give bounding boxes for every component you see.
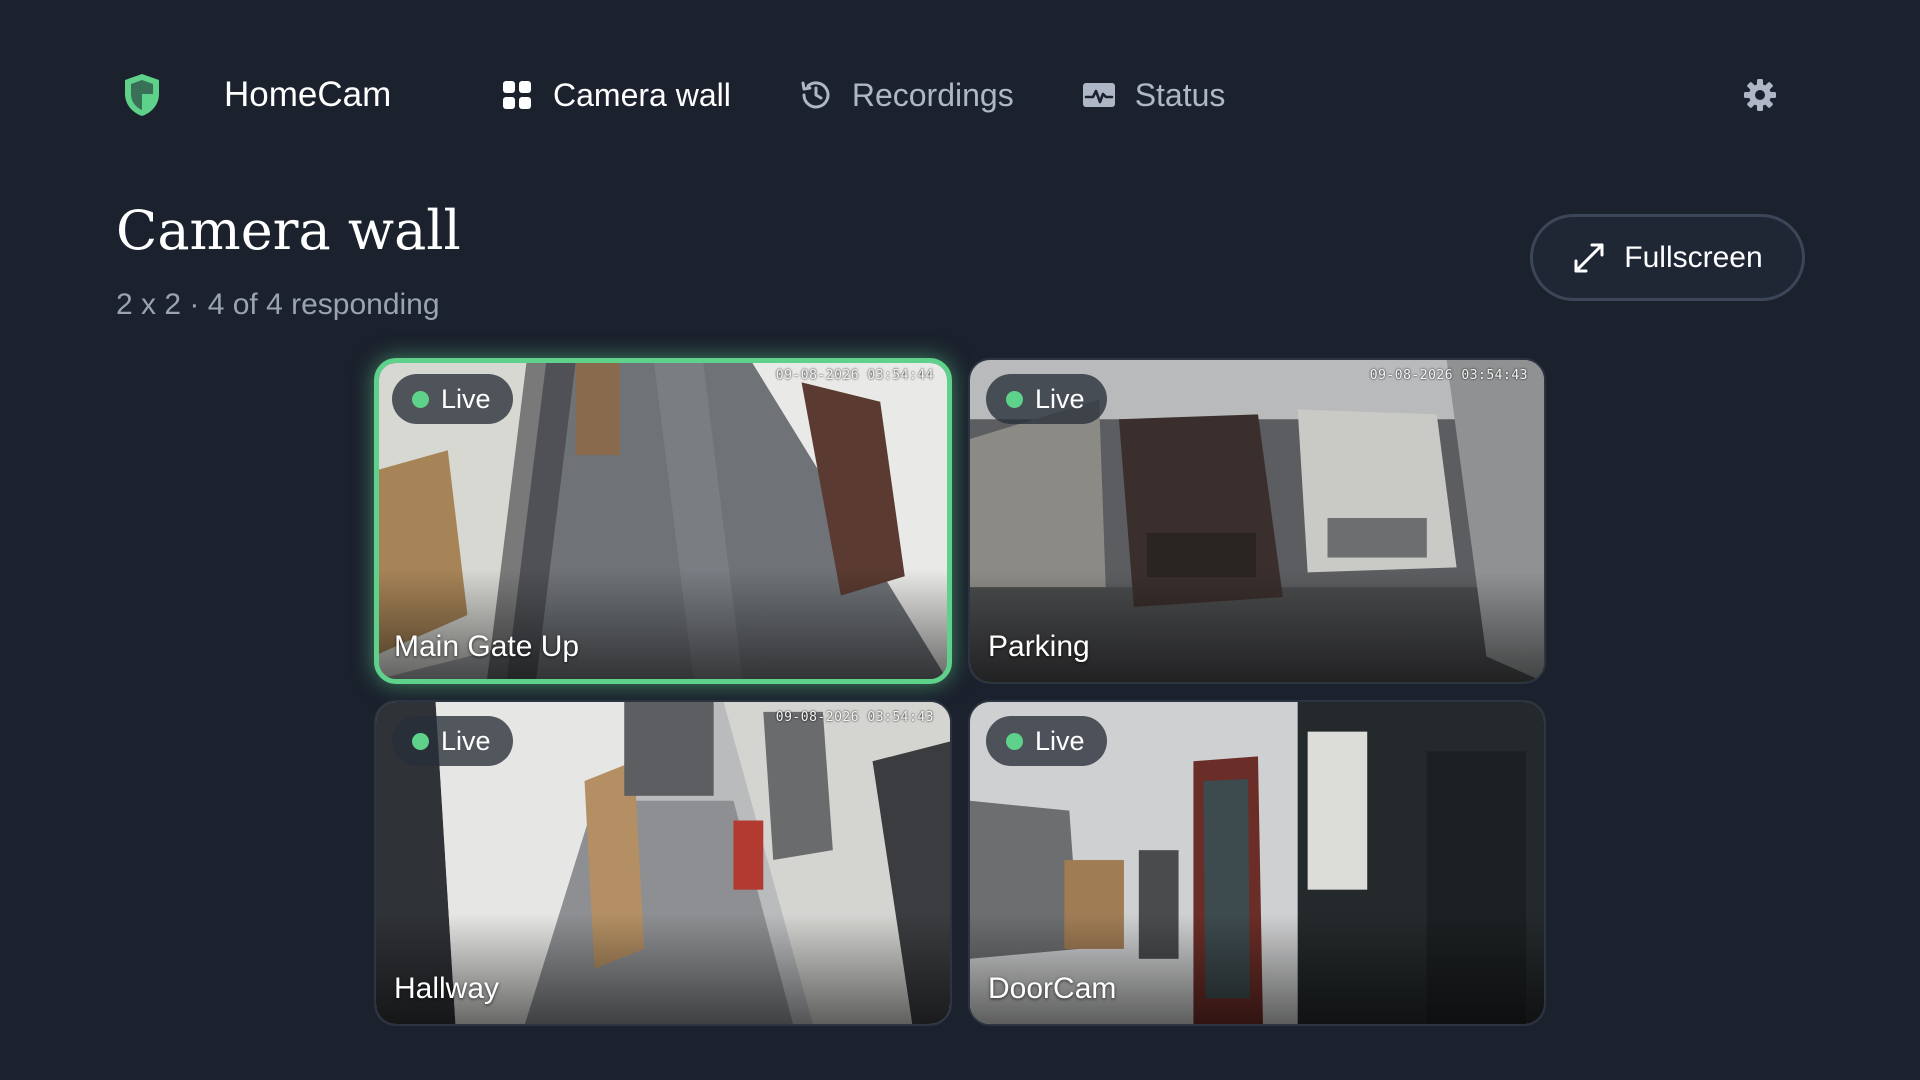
camera-timestamp: 09-08-2026 03:54:44 [775,368,934,383]
history-icon [799,78,833,112]
camera-tile-hallway[interactable]: Live 09-08-2026 03:54:43 Hallway [374,700,952,1026]
camera-name: Main Gate Up [394,630,580,663]
activity-icon [1082,78,1116,112]
live-badge: Live [986,374,1107,424]
gear-icon[interactable] [1742,77,1778,113]
camera-timestamp: 09-08-2026 03:54:43 [775,710,934,725]
camera-tile-main-gate-up[interactable]: Live 09-08-2026 03:54:44 Main Gate Up [374,358,952,684]
camera-tile-parking[interactable]: Live 09-08-2026 03:54:43 Parking [968,358,1546,684]
live-badge: Live [392,716,513,766]
live-label: Live [441,383,491,414]
live-badge: Live [392,374,513,424]
fullscreen-label: Fullscreen [1624,240,1763,274]
camera-tile-doorcam[interactable]: Live DoorCam [968,700,1546,1026]
caption-gradient [970,914,1544,1024]
nav-recordings[interactable]: Recordings [799,72,1014,118]
camera-grid: Live 09-08-2026 03:54:44 Main Gate Up Li… [374,358,1546,1026]
camera-name: DoorCam [988,972,1117,1005]
page-title: Camera wall [116,199,461,262]
live-label: Live [1035,725,1085,756]
nav-label: Camera wall [553,77,731,113]
main-nav: Camera wall Recordings Status [500,72,1225,118]
live-dot [412,732,429,750]
caption-gradient [970,572,1544,682]
fullscreen-button[interactable]: Fullscreen [1530,214,1805,301]
nav-label: Status [1134,77,1226,113]
camera-name: Hallway [394,972,500,1005]
camera-timestamp: 09-08-2026 03:54:43 [1369,368,1528,383]
nav-camera-wall[interactable]: Camera wall [500,72,731,118]
live-dot [1006,390,1023,408]
nav-status[interactable]: Status [1082,72,1226,118]
shield-icon [122,72,162,118]
page-subtitle: 2 x 2 · 4 of 4 responding [116,288,440,321]
expand-icon [1572,241,1606,275]
live-label: Live [1035,383,1085,414]
live-dot [412,390,429,408]
grid-icon [500,78,534,112]
nav-label: Recordings [851,77,1014,113]
live-dot [1006,732,1023,750]
camera-name: Parking [988,630,1090,663]
caption-gradient [376,914,950,1024]
live-badge: Live [986,716,1107,766]
live-label: Live [441,725,491,756]
app-name: HomeCam [224,75,392,114]
top-bar: HomeCam Camera wall Recordings Status [0,0,1920,190]
